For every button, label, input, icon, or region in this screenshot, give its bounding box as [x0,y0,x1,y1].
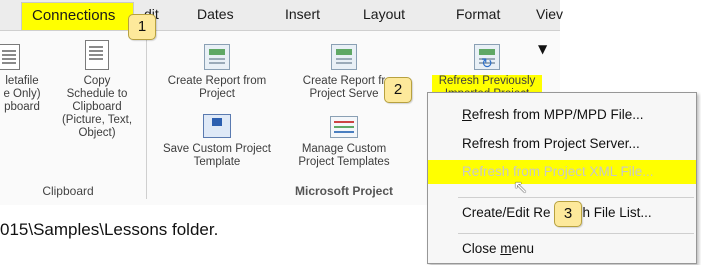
tab-insert[interactable]: Insert [285,6,320,22]
menu-accelerator: m [500,241,512,256]
manage-custom-templates-button[interactable]: Manage Custom Project Templates [284,116,404,169]
copy-schedule-label: Copy Schedule to Clipboard (Picture, Tex… [61,75,133,139]
create-report-server-icon [331,44,357,70]
tab-layout[interactable]: Layout [363,6,405,22]
save-template-icon [203,114,231,138]
tab-view[interactable]: Viev [536,6,563,22]
callout-1: 1 [128,14,156,40]
create-report-button[interactable]: Create Report from Project [152,44,282,101]
tab-format[interactable]: Format [456,6,500,22]
copy-schedule-button[interactable]: Copy Schedule to Clipboard (Picture, Tex… [56,40,138,140]
copy-metafile-label: letafile e Only) pboard [3,75,41,113]
save-custom-template-label: Save Custom Project Template [162,143,271,168]
create-report-label: Create Report from Project [167,75,267,100]
dropdown-arrow-icon[interactable]: ▼ [538,42,547,56]
manage-templates-icon [330,116,358,138]
menu-item-refresh-mpp[interactable]: Refresh from MPP/MPD File... [428,103,696,127]
create-report-icon [204,44,230,70]
menu-separator [458,197,694,198]
metafile-icon [0,44,20,70]
manage-custom-templates-label: Manage Custom Project Templates [298,143,390,168]
refresh-icon [474,44,500,70]
tab-connections[interactable]: Connections [21,2,134,30]
ribbon-tab-bar: Connections dit Dates Insert Layout Form… [0,0,563,30]
menu-item-close-menu[interactable]: Close menu [428,237,696,261]
menu-item-refresh-server[interactable]: Refresh from Project Server... [428,132,696,156]
copy-metafile-button[interactable]: letafile e Only) pboard [0,44,50,114]
copy-schedule-icon [85,40,109,70]
menu-accelerator: R [462,107,472,122]
menu-separator [458,233,694,234]
clipboard-group-label: Clipboard [42,184,94,198]
menu-item-refresh-xml[interactable]: Refresh from Project XML File... [428,160,696,184]
refresh-dropdown-menu: Refresh from MPP/MPD File... Refresh fro… [427,92,697,264]
microsoft-project-group-label: Microsoft Project [294,184,393,198]
callout-2: 2 [384,77,412,103]
group-divider [146,34,147,199]
save-custom-template-button[interactable]: Save Custom Project Template [152,114,282,169]
body-text: 015\Samples\Lessons folder. [0,220,219,239]
tab-dates[interactable]: Dates [197,6,234,22]
callout-3: 3 [554,201,582,227]
mouse-cursor-icon: ↖ [513,177,529,198]
